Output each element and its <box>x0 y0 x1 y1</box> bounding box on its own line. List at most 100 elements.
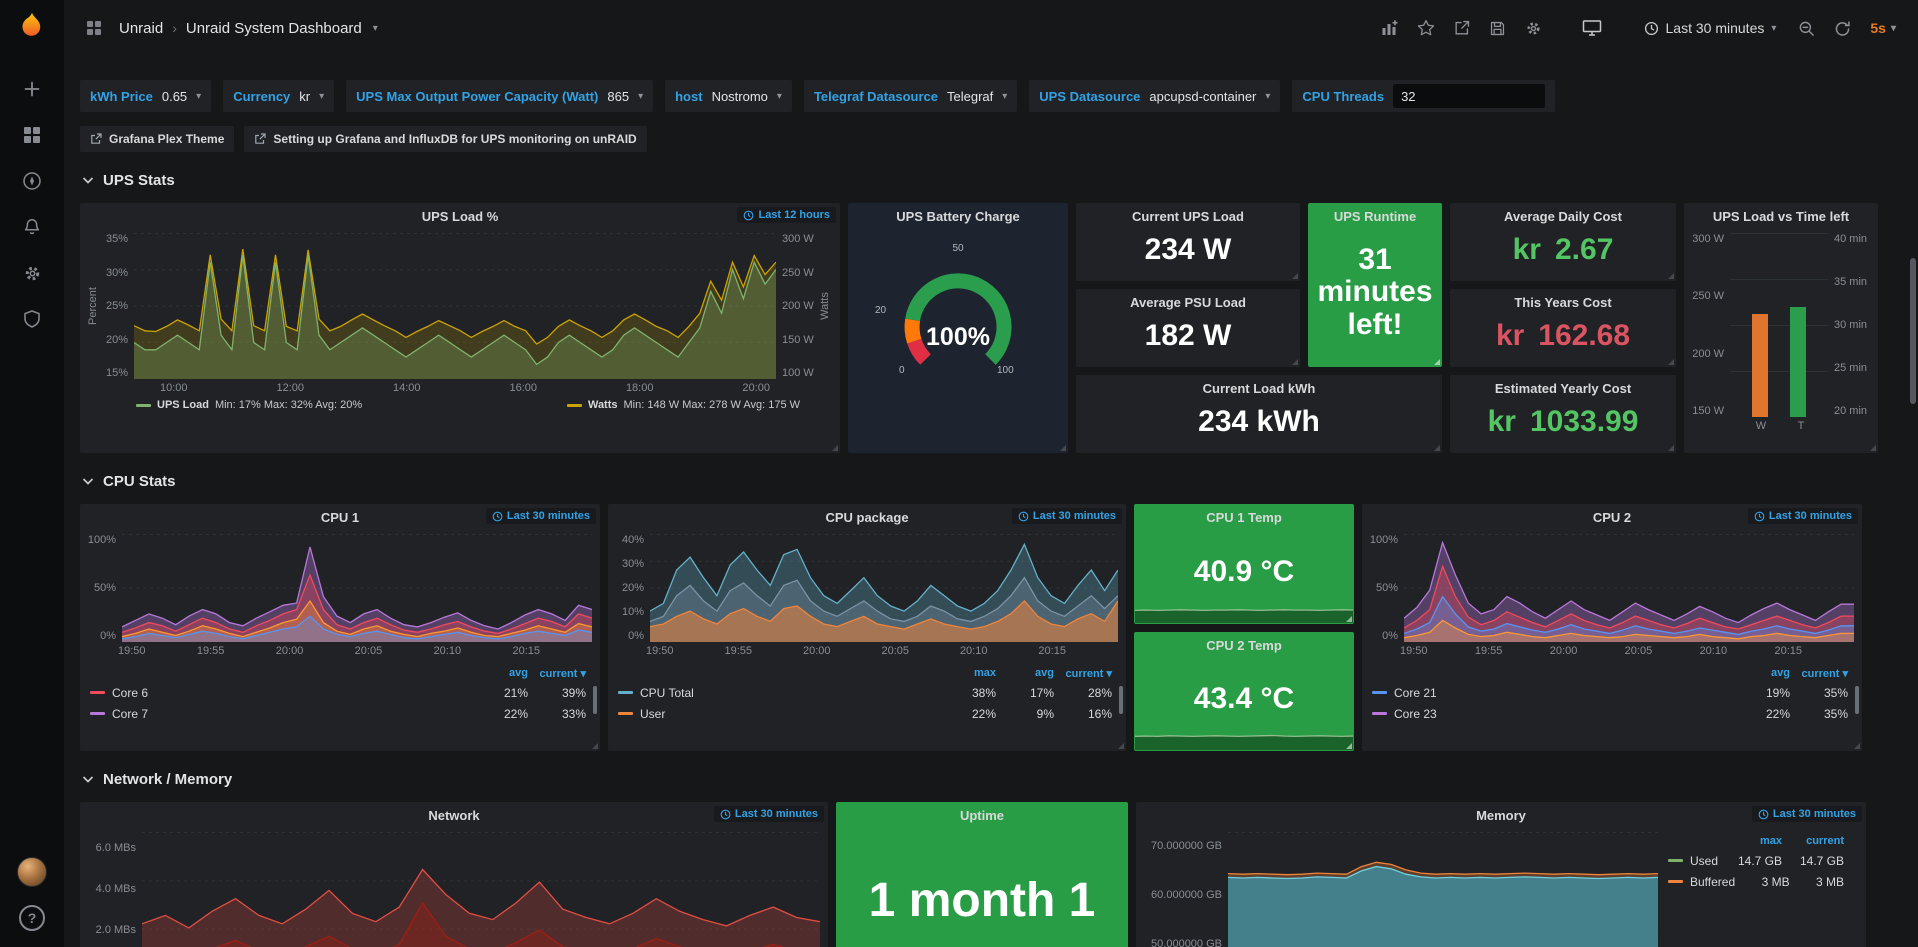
legend-series[interactable]: WattsMin: 148 W Max: 278 W Avg: 175 W <box>567 399 800 411</box>
save-icon[interactable] <box>1482 13 1514 43</box>
configuration-gear-icon[interactable] <box>0 250 64 296</box>
refresh-interval-picker[interactable]: 5s ▾ <box>1862 13 1904 43</box>
explore-compass-icon[interactable] <box>0 158 64 204</box>
panel-time-range-badge[interactable]: Last 30 minutes <box>486 508 596 524</box>
panel-time-range-badge[interactable]: Last 12 hours <box>737 207 836 223</box>
chevron-down-icon[interactable]: ▾ <box>777 91 782 102</box>
legend-series[interactable]: Used <box>1668 854 1720 868</box>
panel-title[interactable]: CPU 1 <box>321 510 359 525</box>
panel-title[interactable]: Uptime <box>960 808 1004 823</box>
cpu-threads-input[interactable]: 32 <box>1393 84 1545 108</box>
panel-title[interactable]: CPU 1 Temp <box>1206 510 1282 525</box>
dashboard-title[interactable]: Unraid System Dashboard <box>186 20 362 37</box>
memory-chart[interactable] <box>1228 832 1658 947</box>
cpu-package-chart[interactable] <box>650 534 1118 642</box>
settings-gear-icon[interactable] <box>1518 13 1550 43</box>
legend-column-header[interactable]: avg <box>996 667 1054 679</box>
panel-title[interactable]: Current Load kWh <box>1203 381 1316 396</box>
panel-title[interactable]: CPU package <box>825 510 908 525</box>
bar-gauge-chart[interactable] <box>1730 233 1828 417</box>
panel-title[interactable]: UPS Runtime <box>1334 209 1416 224</box>
create-plus-icon[interactable] <box>0 66 64 112</box>
legend-column-header[interactable]: current <box>1782 835 1844 847</box>
variable-currency[interactable]: Currency kr ▾ <box>223 80 334 112</box>
legend-column-header[interactable]: avg <box>1732 667 1790 679</box>
legend-column-header[interactable]: max <box>1720 835 1782 847</box>
variable-value[interactable]: Nostromo <box>712 89 768 104</box>
legend-column-header[interactable]: current ▾ <box>1054 667 1112 680</box>
alerting-bell-icon[interactable] <box>0 204 64 250</box>
section-network-memory[interactable]: Network / Memory <box>82 771 1902 788</box>
grafana-logo-icon[interactable] <box>14 10 50 46</box>
chevron-down-icon[interactable]: ▾ <box>319 91 324 102</box>
legend-series[interactable]: Core 23 <box>1372 707 1732 721</box>
panel-title[interactable]: UPS Battery Charge <box>896 209 1020 224</box>
variable-telegraf-datasource[interactable]: Telegraf Datasource Telegraf ▾ <box>804 80 1017 112</box>
refresh-icon[interactable] <box>1826 13 1858 43</box>
variable-value[interactable]: Telegraf <box>947 89 993 104</box>
panel-title[interactable]: This Years Cost <box>1514 295 1611 310</box>
legend-column-header[interactable]: max <box>938 667 996 679</box>
variable-ups-max-output[interactable]: UPS Max Output Power Capacity (Watt) 865… <box>346 80 653 112</box>
ups-load-chart[interactable] <box>134 233 776 379</box>
variable-value[interactable]: 865 <box>607 89 629 104</box>
page-scrollbar[interactable] <box>1910 258 1916 404</box>
server-admin-shield-icon[interactable] <box>0 296 64 342</box>
legend-series[interactable]: Core 6 <box>90 686 470 700</box>
chevron-down-icon[interactable]: ▾ <box>638 91 643 102</box>
panel-time-range-badge[interactable]: Last 30 minutes <box>1012 508 1122 524</box>
chevron-down-icon[interactable]: ▾ <box>1265 91 1270 102</box>
zoom-out-icon[interactable] <box>1790 13 1822 43</box>
legend-column-header[interactable]: current ▾ <box>528 667 586 680</box>
link-ups-monitoring-guide[interactable]: Setting up Grafana and InfluxDB for UPS … <box>244 126 646 152</box>
legend-column-header[interactable]: current ▾ <box>1790 667 1848 680</box>
legend-series[interactable]: User <box>618 707 938 721</box>
dashboard-dropdown-caret-icon[interactable]: ▾ <box>373 23 378 34</box>
legend-column-header[interactable]: avg <box>470 667 528 679</box>
dashboards-icon[interactable] <box>0 112 64 158</box>
legend-series[interactable]: Buffered <box>1668 875 1735 889</box>
variable-value[interactable]: apcupsd-container <box>1149 89 1256 104</box>
variable-ups-datasource[interactable]: UPS Datasource apcupsd-container ▾ <box>1029 80 1280 112</box>
legend-series[interactable]: Core 7 <box>90 707 470 721</box>
cycle-view-monitor-icon[interactable] <box>1576 13 1608 43</box>
panel-title[interactable]: Memory <box>1476 808 1526 823</box>
variable-value[interactable]: 0.65 <box>162 89 187 104</box>
panel-title[interactable]: Average PSU Load <box>1130 295 1246 310</box>
panel-title[interactable]: CPU 2 Temp <box>1206 638 1282 653</box>
panel-title[interactable]: Network <box>428 808 479 823</box>
breadcrumb-app[interactable]: Unraid <box>119 20 163 37</box>
variable-cpu-threads[interactable]: CPU Threads 32 <box>1292 80 1555 112</box>
section-ups-stats[interactable]: UPS Stats <box>82 172 1902 189</box>
panel-time-range-badge[interactable]: Last 30 minutes <box>1748 508 1858 524</box>
variable-kwh-price[interactable]: kWh Price 0.65 ▾ <box>80 80 211 112</box>
time-range-picker[interactable]: Last 30 minutes ▾ <box>1634 13 1787 43</box>
legend-series[interactable]: Core 21 <box>1372 686 1732 700</box>
panel-title[interactable]: UPS Load % <box>422 209 499 224</box>
help-icon[interactable]: ? <box>19 905 45 931</box>
panel-title[interactable]: CPU 2 <box>1593 510 1631 525</box>
chevron-down-icon[interactable]: ▾ <box>196 91 201 102</box>
legend-series[interactable]: CPU Total <box>618 686 938 700</box>
chevron-down-icon[interactable]: ▾ <box>1002 91 1007 102</box>
panel-title[interactable]: Average Daily Cost <box>1504 209 1622 224</box>
cpu1-usage-chart[interactable] <box>122 534 592 642</box>
variable-host[interactable]: host Nostromo ▾ <box>665 80 792 112</box>
star-icon[interactable] <box>1410 13 1442 43</box>
panel-time-range-badge[interactable]: Last 30 minutes <box>714 806 824 822</box>
variable-value[interactable]: kr <box>299 89 310 104</box>
add-panel-icon[interactable] <box>1374 13 1406 43</box>
network-chart[interactable] <box>142 832 820 947</box>
panel-time-range-badge[interactable]: Last 30 minutes <box>1752 806 1862 822</box>
section-cpu-stats[interactable]: CPU Stats <box>82 473 1902 490</box>
apps-grid-icon[interactable] <box>78 13 110 43</box>
link-grafana-plex-theme[interactable]: Grafana Plex Theme <box>80 126 234 152</box>
battery-gauge[interactable]: 0 20 50 100 100% <box>863 239 1053 397</box>
user-avatar[interactable] <box>17 857 47 887</box>
panel-title[interactable]: UPS Load vs Time left <box>1713 209 1849 224</box>
share-icon[interactable] <box>1446 13 1478 43</box>
legend-series[interactable]: UPS LoadMin: 17% Max: 32% Avg: 20% <box>136 399 362 411</box>
panel-title[interactable]: Current UPS Load <box>1132 209 1244 224</box>
cpu2-usage-chart[interactable] <box>1404 534 1854 642</box>
panel-title[interactable]: Estimated Yearly Cost <box>1495 381 1631 396</box>
